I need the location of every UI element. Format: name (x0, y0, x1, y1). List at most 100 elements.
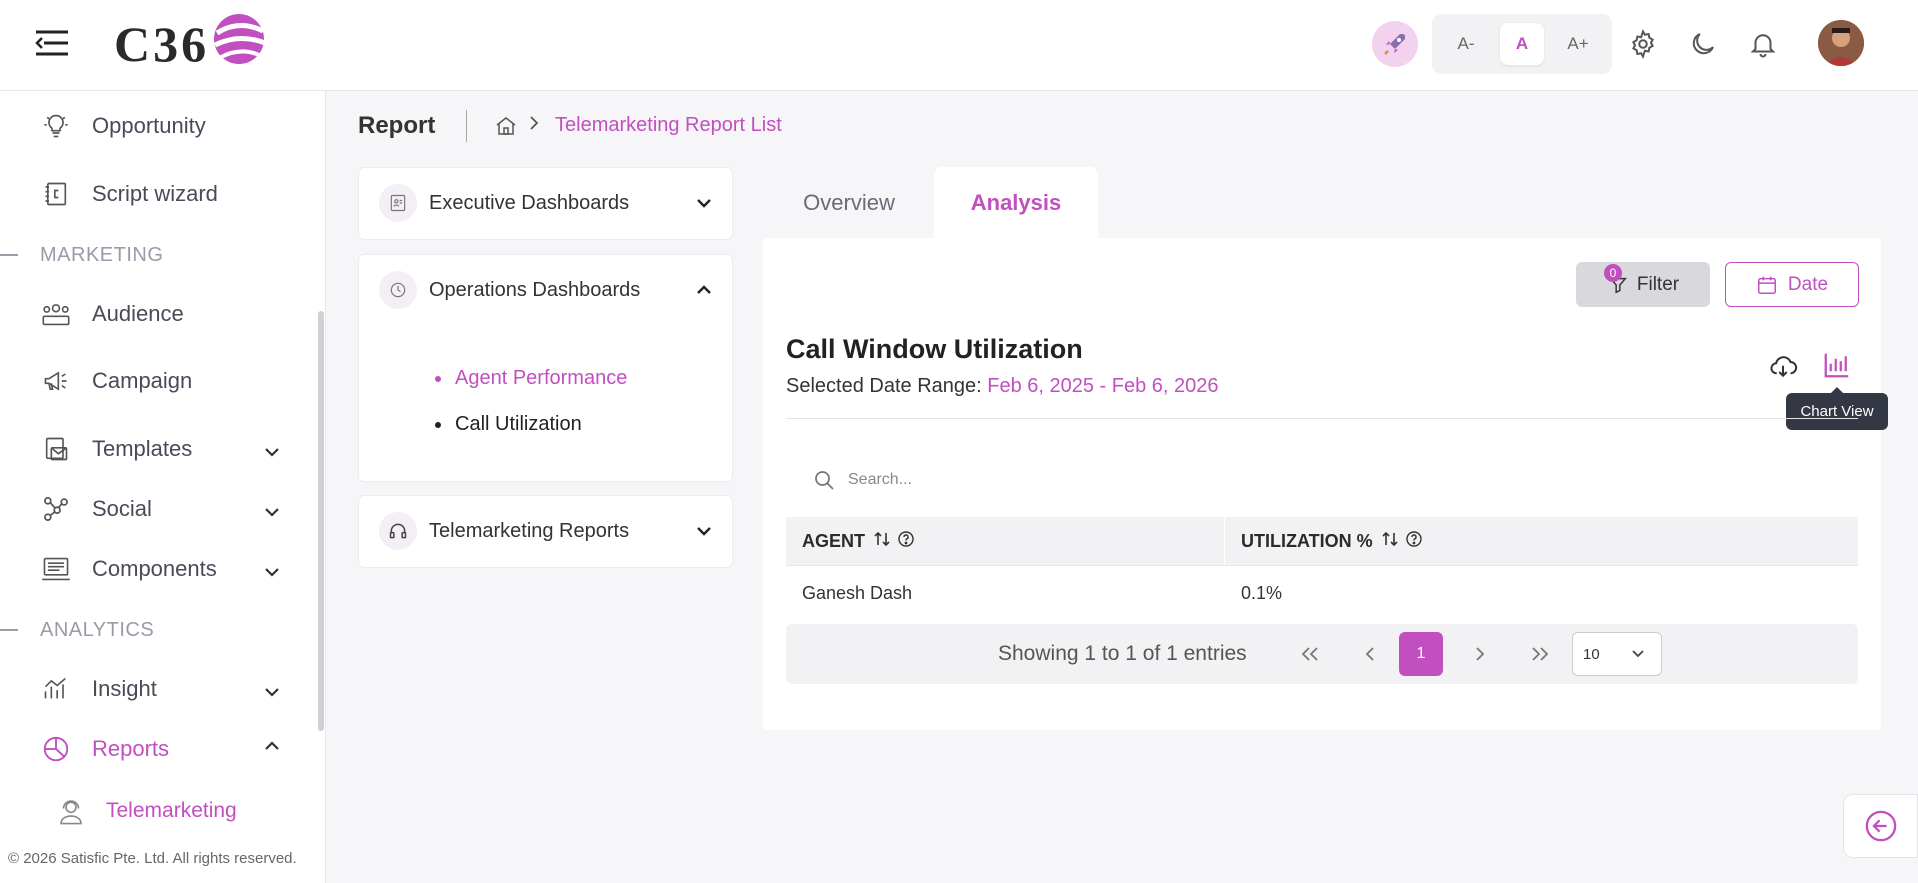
footer-copyright: © 2026 Satisfic Pte. Ltd. All rights res… (8, 850, 297, 867)
sidebar-item-audience[interactable]: Audience (36, 294, 184, 334)
page-title: Report (358, 112, 436, 139)
operations-dashboard-icon (379, 271, 417, 309)
calendar-icon (1756, 274, 1778, 296)
sidebar-item-label: Campaign (92, 368, 193, 393)
sidebar-item-reports[interactable]: Reports (36, 729, 169, 769)
table-cell-agent: Ganesh Dash (786, 566, 1225, 621)
sidebar-item-label: Opportunity (92, 113, 206, 138)
sort-icon[interactable] (873, 530, 891, 553)
sidebar-subitem-label: Telemarketing (106, 799, 237, 822)
filter-label: Filter (1636, 273, 1680, 295)
font-normal-button[interactable]: A (1500, 23, 1544, 65)
accordion-title: Executive Dashboards (429, 191, 630, 214)
sort-icon[interactable] (1381, 530, 1399, 553)
dashboard-link-label: Call Utilization (455, 413, 582, 435)
pagination: Showing 1 to 1 of 1 entries 1 10 (786, 624, 1858, 684)
gear-icon[interactable] (1625, 26, 1661, 62)
sidebar-item-social[interactable]: Social (36, 489, 152, 529)
tab-analysis[interactable]: Analysis (934, 167, 1098, 239)
report-title: Call Window Utilization (786, 334, 1083, 364)
sidebar-subitem-telemarketing[interactable]: Telemarketing (56, 796, 237, 826)
sidebar-item-label: Social (92, 496, 152, 521)
section-label: MARKETING (40, 243, 164, 266)
chevron-down-icon[interactable] (262, 562, 282, 582)
section-analytics: ANALYTICS (0, 615, 154, 645)
page-number-button[interactable]: 1 (1399, 632, 1443, 676)
date-range-value: Feb 6, 2025 - Feb 6, 2026 (987, 375, 1219, 397)
sidebar-item-label: Script wizard (92, 181, 218, 206)
help-icon[interactable] (897, 530, 915, 553)
sidebar-item-label: Templates (92, 436, 193, 461)
insight-icon (36, 672, 76, 706)
table-row: Ganesh Dash 0.1% (786, 565, 1858, 621)
column-header-utilization[interactable]: UTILIZATION % (1225, 517, 1858, 565)
page-size-value: 10 (1583, 645, 1600, 663)
dashboard-link-agent-performance[interactable]: Agent Performance (435, 367, 627, 390)
sidebar-item-insight[interactable]: Insight (36, 669, 157, 709)
filter-count-badge: 0 (1604, 264, 1622, 282)
column-header-agent[interactable]: AGENT (786, 517, 1225, 565)
bell-icon[interactable] (1745, 26, 1781, 62)
top-header: C36 A- A A+ (0, 0, 1918, 91)
logo-text: C36 (114, 16, 210, 72)
menu-toggle-icon[interactable] (34, 28, 70, 58)
chevron-up-icon[interactable] (262, 736, 282, 756)
search-input[interactable] (848, 471, 1188, 489)
sidebar-item-templates[interactable]: Templates (36, 429, 192, 469)
section-label: ANALYTICS (40, 618, 155, 641)
sidebar-item-label: Insight (92, 676, 157, 701)
previous-page-icon[interactable] (1348, 632, 1392, 676)
executive-dashboard-icon (379, 184, 417, 222)
help-icon[interactable] (1405, 530, 1423, 553)
chevron-down-icon (1631, 647, 1645, 665)
date-range-label: Selected Date Range: (786, 375, 982, 397)
sidebar-item-campaign[interactable]: Campaign (36, 361, 192, 401)
accordion-operations-dashboards[interactable]: Operations Dashboards Agent Performance … (358, 254, 733, 482)
cloud-download-icon[interactable] (1768, 352, 1798, 382)
rocket-icon[interactable] (1372, 21, 1418, 67)
sidebar-item-opportunity[interactable]: Opportunity (36, 106, 206, 146)
first-page-icon[interactable] (1288, 632, 1332, 676)
dashboard-link-call-utilization[interactable]: Call Utilization (435, 413, 582, 436)
social-icon (36, 492, 76, 526)
chevron-down-icon[interactable] (262, 682, 282, 702)
date-button[interactable]: Date (1725, 262, 1859, 307)
sidebar-scrollbar[interactable] (318, 311, 324, 731)
brand-logo[interactable]: C36 (114, 12, 267, 76)
filter-button[interactable]: Filter (1576, 262, 1710, 307)
home-icon[interactable] (494, 114, 518, 138)
sidebar-item-components[interactable]: Components (36, 549, 217, 589)
search-icon (812, 468, 836, 492)
breadcrumb-current[interactable]: Telemarketing Report List (555, 114, 782, 137)
sidebar-item-script-wizard[interactable]: Script wizard (36, 174, 218, 214)
accordion-telemarketing-reports[interactable]: Telemarketing Reports (358, 495, 733, 568)
selected-date-range: Selected Date Range: Feb 6, 2025 - Feb 6… (786, 375, 1219, 398)
collapse-panel-button[interactable] (1843, 794, 1918, 858)
chevron-down-icon[interactable] (262, 502, 282, 522)
font-size-switcher: A- A A+ (1432, 14, 1612, 74)
bar-chart-icon[interactable] (1822, 350, 1852, 380)
column-header-label: AGENT (802, 530, 865, 551)
chevron-down-icon[interactable] (694, 521, 714, 541)
chevron-down-icon[interactable] (262, 442, 282, 462)
breadcrumb-divider (466, 110, 467, 142)
accordion-title: Operations Dashboards (429, 278, 641, 301)
next-page-icon[interactable] (1458, 632, 1502, 676)
user-avatar[interactable] (1818, 20, 1864, 66)
font-decrease-button[interactable]: A- (1444, 23, 1488, 65)
section-marketing: MARKETING (0, 240, 163, 270)
headset-icon (56, 796, 86, 826)
lightbulb-icon (36, 109, 76, 143)
sidebar-item-label: Components (92, 556, 217, 581)
utilization-table: AGENT UTILIZATION % Ganesh Dash 0.1% (786, 517, 1858, 621)
accordion-title: Telemarketing Reports (429, 519, 630, 542)
chevron-down-icon[interactable] (694, 193, 714, 213)
tab-overview[interactable]: Overview (763, 167, 935, 239)
accordion-executive-dashboards[interactable]: Executive Dashboards (358, 167, 733, 240)
sidebar-item-label: Reports (92, 736, 170, 761)
page-size-select[interactable]: 10 (1572, 632, 1662, 676)
last-page-icon[interactable] (1518, 632, 1562, 676)
dark-mode-icon[interactable] (1685, 26, 1721, 62)
chevron-up-icon[interactable] (694, 280, 714, 300)
font-increase-button[interactable]: A+ (1556, 23, 1600, 65)
